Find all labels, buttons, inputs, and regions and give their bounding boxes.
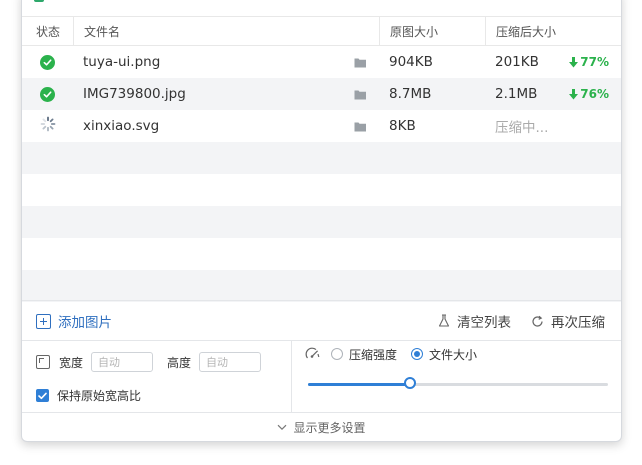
keep-ratio-option[interactable]: 保持原始宽高比	[36, 387, 141, 404]
folder-icon[interactable]	[354, 120, 367, 136]
recompress-label: 再次压缩	[551, 315, 605, 331]
width-input[interactable]	[91, 352, 154, 372]
show-more-settings-button[interactable]: 显示更多设置	[22, 412, 621, 441]
add-images-button[interactable]: 添加图片	[36, 311, 112, 331]
mode-strength-label: 压缩强度	[349, 347, 398, 362]
empty-row	[22, 142, 621, 174]
keep-ratio-label: 保持原始宽高比	[57, 389, 142, 403]
success-check-icon	[40, 54, 55, 70]
saving-percent: 77%	[580, 55, 609, 69]
slider-thumb[interactable]	[404, 377, 416, 389]
header-compressed-size: 压缩后大小	[485, 17, 621, 45]
empty-row	[22, 238, 621, 270]
chevron-down-icon	[278, 424, 287, 431]
table-row[interactable]: xinxiao.svg 8KB 压缩中...	[22, 110, 621, 142]
refresh-icon	[532, 315, 543, 327]
table-header: 状态 文件名 原图大小 压缩后大小	[22, 16, 621, 46]
header-original-size: 原图大小	[379, 17, 485, 45]
saving-badge: 76%	[569, 87, 609, 101]
plus-box-icon	[36, 313, 51, 329]
table-row[interactable]: tuya-ui.png 904KB 201KB 77%	[22, 46, 621, 78]
arrow-down-icon	[569, 88, 579, 99]
keep-ratio-checkbox[interactable]	[36, 389, 49, 402]
header-status: 状态	[36, 24, 61, 39]
file-name: IMG739800.jpg	[83, 86, 186, 102]
add-images-label: 添加图片	[58, 315, 112, 331]
mode-size-label: 文件大小	[429, 347, 478, 362]
table-row[interactable]: IMG739800.jpg 8.7MB 2.1MB 76%	[22, 78, 621, 110]
original-size: 8KB	[389, 118, 416, 134]
width-label: 宽度	[59, 355, 84, 370]
mode-strength-radio[interactable]	[331, 348, 343, 360]
compressed-size: 201KB	[495, 54, 539, 70]
folder-icon[interactable]	[354, 88, 367, 104]
original-size: 904KB	[389, 54, 433, 70]
original-size: 8.7MB	[389, 86, 432, 102]
settings-panel: 宽度 高度 保持原始宽高比	[22, 340, 621, 413]
compression-settings: 压缩强度 文件大小	[292, 341, 621, 413]
recompress-button[interactable]: 再次压缩	[531, 311, 605, 331]
success-check-icon	[40, 86, 55, 102]
empty-row	[22, 174, 621, 206]
slider-fill	[308, 383, 410, 386]
compression-slider[interactable]	[308, 377, 608, 389]
saving-badge: 77%	[569, 55, 609, 69]
clear-list-button[interactable]: 清空列表	[438, 311, 511, 331]
compressed-size: 2.1MB	[495, 86, 538, 102]
file-name: xinxiao.svg	[83, 118, 160, 134]
header-name: 文件名	[73, 17, 379, 45]
title-bar	[34, 0, 56, 2]
height-label: 高度	[167, 355, 192, 370]
height-input[interactable]	[199, 352, 262, 372]
action-bar: 添加图片 清空列表 再次压缩	[22, 300, 621, 341]
saving-percent: 76%	[580, 87, 609, 101]
mode-size-radio[interactable]	[411, 348, 424, 360]
loading-spinner-icon	[40, 116, 56, 136]
show-more-settings-label: 显示更多设置	[293, 421, 366, 435]
file-table: 状态 文件名 原图大小 压缩后大小 tuya-ui.png 904KB 201K…	[22, 16, 621, 302]
mode-strength-option[interactable]: 压缩强度	[331, 346, 397, 363]
empty-row	[22, 206, 621, 238]
file-name: tuya-ui.png	[83, 54, 161, 70]
clear-list-label: 清空列表	[457, 315, 511, 331]
compression-mode-icon	[305, 347, 320, 359]
empty-row	[22, 270, 621, 302]
app-window: 状态 文件名 原图大小 压缩后大小 tuya-ui.png 904KB 201K…	[21, 0, 622, 442]
arrow-down-icon	[569, 56, 579, 67]
resize-icon	[36, 355, 50, 369]
flask-icon	[438, 314, 450, 327]
mode-size-option[interactable]: 文件大小	[411, 346, 477, 363]
size-settings: 宽度 高度 保持原始宽高比	[22, 341, 292, 413]
table-body: tuya-ui.png 904KB 201KB 77% IMG739800.jp…	[22, 46, 621, 302]
compressing-status: 压缩中...	[495, 120, 549, 136]
folder-icon[interactable]	[354, 56, 367, 72]
app-logo-icon	[34, 0, 44, 2]
